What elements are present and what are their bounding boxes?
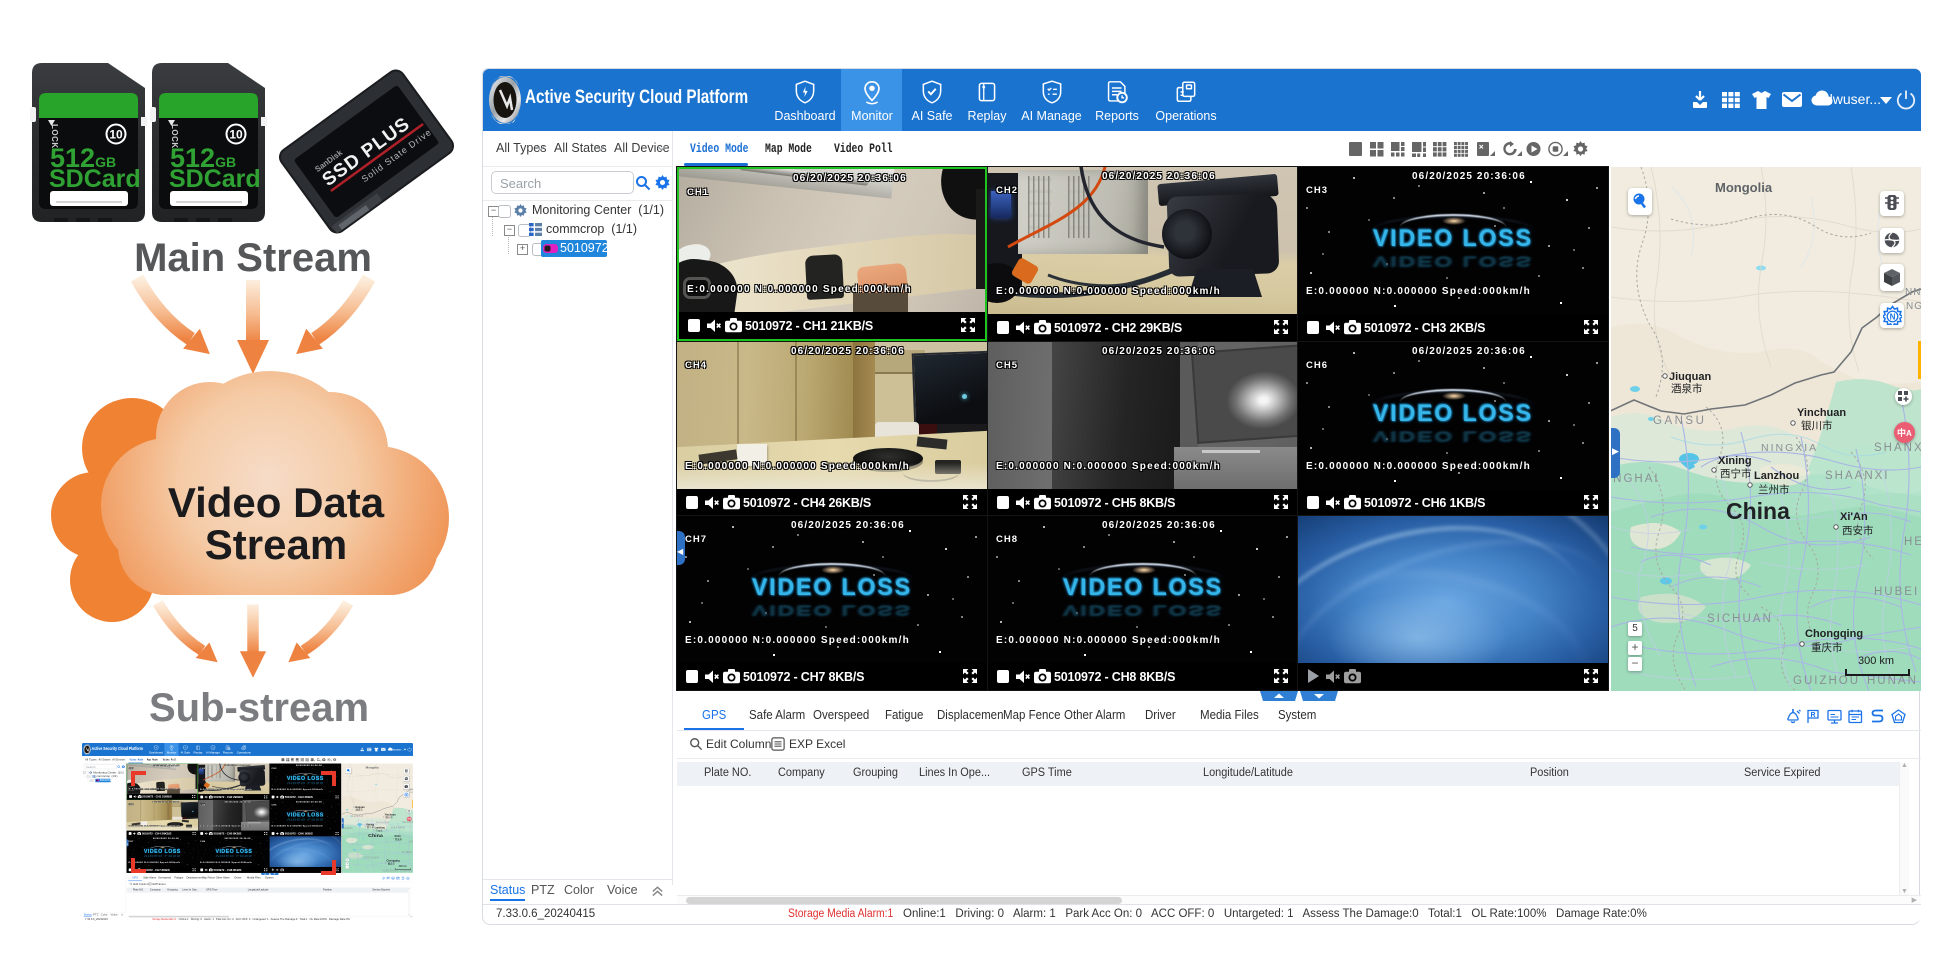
svg-text:Lanzhou: Lanzhou — [1754, 470, 1799, 482]
svg-text:GANSU: GANSU — [351, 815, 363, 818]
svg-text:银川市: 银川市 — [1801, 419, 1833, 432]
svg-text:Sub-stream: Sub-stream — [149, 686, 369, 730]
svg-text:Mongolia: Mongolia — [366, 766, 380, 770]
svg-text:Lanzhou: Lanzhou — [375, 827, 386, 830]
svg-text:China: China — [368, 833, 383, 839]
svg-text:Chongqing: Chongqing — [386, 860, 400, 863]
svg-text:Yinchuan: Yinchuan — [1797, 407, 1846, 419]
svg-text:Xi'An: Xi'An — [394, 835, 401, 838]
svg-text:GANSU: GANSU — [1653, 415, 1706, 427]
svg-text:NNE: NNE — [409, 789, 413, 791]
svg-text:SICHUAN: SICHUAN — [1707, 613, 1773, 625]
svg-text:Jiuquan: Jiuquan — [355, 806, 365, 809]
svg-text:SHANXI: SHANXI — [402, 821, 413, 824]
svg-text:西安市: 西安市 — [1842, 524, 1874, 537]
svg-text:SICHUAN: SICHUAN — [364, 857, 379, 860]
svg-text:SHAANXI: SHAANXI — [391, 827, 406, 830]
svg-text:NNE: NNE — [1905, 287, 1921, 298]
svg-text:GUIZHOU: GUIZHOU — [384, 870, 399, 873]
svg-text:Video Data: Video Data — [168, 479, 385, 526]
svg-text:Xi'An: Xi'An — [1840, 511, 1868, 523]
svg-text:NGO: NGO — [410, 792, 413, 794]
svg-text:GUIZHOU: GUIZHOU — [1793, 675, 1860, 687]
svg-text:NGO: NGO — [1906, 301, 1921, 312]
svg-text:SHAANXI: SHAANXI — [1825, 470, 1890, 482]
svg-text:NINGXIA: NINGXIA — [376, 821, 389, 824]
svg-text:R: R — [1811, 712, 1816, 719]
svg-text:N: N — [1890, 313, 1896, 322]
svg-text:HUBEI: HUBEI — [402, 851, 412, 854]
svg-text:西宁市: 西宁市 — [1720, 467, 1752, 480]
svg-text:兰州市: 兰州市 — [1758, 483, 1790, 496]
svg-text:Jiuquan: Jiuquan — [1669, 371, 1711, 383]
svg-text:SHANXI: SHANXI — [1874, 442, 1921, 454]
svg-text:HEN: HEN — [1904, 536, 1921, 548]
svg-text:Main Stream: Main Stream — [134, 236, 372, 280]
svg-text:Yinchuan: Yinchuan — [384, 814, 396, 817]
svg-text:重庆市: 重庆市 — [1811, 641, 1843, 654]
svg-text:Xining: Xining — [1718, 455, 1752, 467]
svg-text:HEN: HEN — [409, 840, 413, 843]
svg-text:Mongolia: Mongolia — [1715, 180, 1773, 195]
svg-text:酒泉市: 酒泉市 — [1671, 382, 1703, 395]
svg-text:HUBEI: HUBEI — [1874, 586, 1919, 598]
svg-text:NINGXIA: NINGXIA — [1761, 442, 1818, 454]
svg-text:Chongqing: Chongqing — [1805, 628, 1863, 640]
svg-text:Stream: Stream — [205, 521, 347, 568]
svg-text:China: China — [1726, 498, 1790, 524]
svg-text:HUNAN: HUNAN — [401, 870, 413, 873]
svg-text:HUNAN: HUNAN — [1867, 675, 1918, 687]
svg-text:Xining: Xining — [366, 824, 374, 827]
